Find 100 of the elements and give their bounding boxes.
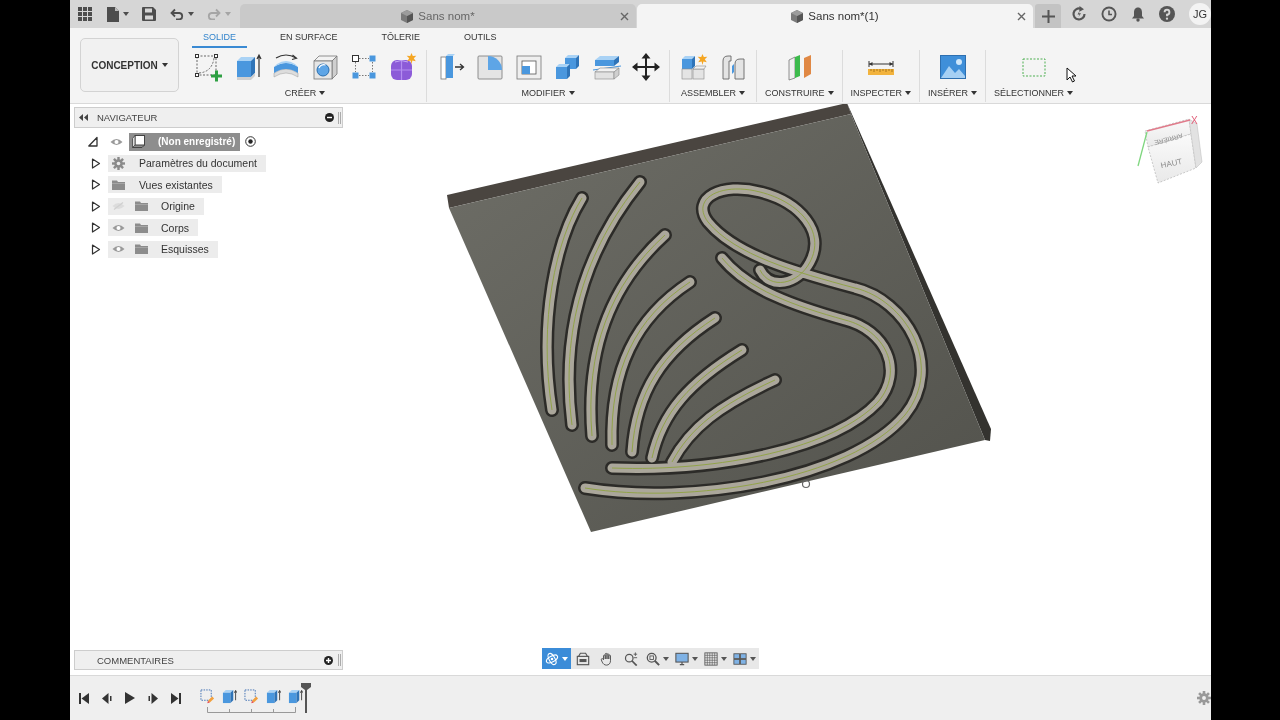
help-icon[interactable]: [1159, 6, 1175, 22]
nav-tool-button[interactable]: [542, 648, 571, 669]
folder-icon: [135, 222, 148, 233]
caret-icon[interactable]: [188, 12, 194, 16]
plus-circle-icon[interactable]: [324, 655, 333, 665]
ribbon-tab[interactable]: OUTILS: [453, 28, 508, 48]
magnifier-icon: [646, 651, 660, 666]
user-avatar[interactable]: JG: [1189, 3, 1211, 25]
tree-item[interactable]: Corps: [108, 219, 198, 237]
step-forward-icon[interactable]: [147, 692, 158, 704]
file-icon[interactable]: [107, 6, 119, 22]
move-arrows-icon[interactable]: [630, 52, 661, 82]
caret-icon[interactable]: [692, 656, 698, 661]
skip-end-icon[interactable]: [170, 692, 181, 704]
monitor-icon: [675, 651, 689, 666]
close-icon[interactable]: [620, 11, 629, 21]
document-tab[interactable]: Sans nom*(1): [637, 4, 1033, 28]
circular-arrow-icon[interactable]: [1071, 6, 1087, 22]
tree-item[interactable]: Vues existantes: [108, 176, 222, 194]
bracket-icon: [207, 707, 296, 713]
tool-group-menu[interactable]: INSÉRER: [924, 84, 982, 102]
caret-icon[interactable]: [827, 91, 834, 95]
box-arrow-icon[interactable]: [287, 689, 303, 704]
folder-icon: [135, 244, 148, 255]
ribbon-tab[interactable]: SOLIDE: [192, 28, 247, 48]
box-arrow-icon[interactable]: [221, 689, 237, 704]
hand-icon: [600, 651, 614, 666]
close-icon[interactable]: [1017, 11, 1026, 21]
caret-icon[interactable]: [721, 656, 727, 661]
eye-icon[interactable]: [110, 137, 123, 146]
mouse-pointer-icon: [1066, 67, 1077, 83]
tool-group-menu[interactable]: MODIFIER: [517, 84, 579, 102]
folder-icon: [112, 179, 125, 190]
skip-start-icon[interactable]: [78, 692, 89, 704]
caret-icon[interactable]: [971, 91, 978, 95]
caret-icon[interactable]: [319, 91, 326, 95]
framed-box-icon: [576, 651, 590, 666]
panel-title: COMMENTAIRES: [97, 654, 175, 666]
box-arrow-icon[interactable]: [265, 689, 281, 704]
caret-icon[interactable]: [663, 656, 669, 661]
tree-item[interactable]: Origine: [108, 197, 204, 215]
play-icon[interactable]: [124, 692, 135, 704]
tool-group-menu[interactable]: ASSEMBLER: [677, 84, 749, 102]
save-icon[interactable]: [142, 7, 156, 21]
bell-icon[interactable]: [1131, 6, 1145, 22]
tree-item[interactable]: Esquisses: [108, 240, 218, 258]
cubes-star-icon[interactable]: [678, 52, 709, 82]
orbit-icon: [545, 651, 559, 666]
timeline-marker-icon[interactable]: [301, 683, 311, 713]
collapsed-arrow-icon[interactable]: [91, 200, 101, 212]
axis-label: X: [1191, 115, 1198, 126]
tool-group-menu[interactable]: CRÉER: [280, 84, 330, 102]
caret-icon[interactable]: [123, 12, 129, 16]
cube-face-label: HAUT: [1159, 156, 1184, 171]
eye-icon[interactable]: [112, 223, 125, 232]
minus-circle-icon[interactable]: [325, 113, 334, 122]
document-tab[interactable]: Sans nom*: [240, 4, 636, 28]
collapsed-arrow-icon[interactable]: [91, 222, 101, 234]
clock-icon[interactable]: [1101, 6, 1117, 22]
image-icon[interactable]: [937, 52, 968, 82]
collapsed-arrow-icon[interactable]: [91, 157, 101, 169]
gear-icon: [112, 156, 125, 170]
radio-dot-icon[interactable]: [245, 136, 257, 148]
ribbon-tab[interactable]: EN SURFACE: [269, 28, 349, 48]
zoom-icon: [624, 651, 638, 666]
tool-group-menu[interactable]: CONSTRUIRE: [761, 84, 838, 102]
cube-icon: [401, 9, 414, 23]
panel-title: NAVIGATEUR: [97, 112, 159, 123]
undo-icon[interactable]: [170, 8, 184, 20]
caret-icon[interactable]: [161, 63, 168, 67]
caret-icon[interactable]: [1067, 91, 1074, 95]
caret-icon[interactable]: [739, 91, 745, 95]
caret-icon[interactable]: [905, 91, 912, 95]
collapsed-arrow-icon[interactable]: [91, 243, 101, 255]
workspace-dropdown[interactable]: CONCEPTION: [80, 38, 179, 92]
grip-handle-icon[interactable]: [338, 111, 341, 124]
app-grid-icon[interactable]: [78, 7, 92, 21]
new-tab-button[interactable]: [1035, 4, 1061, 28]
caret-icon[interactable]: [568, 91, 575, 95]
grip-handle-icon[interactable]: [338, 654, 341, 666]
double-arrow-icon[interactable]: [79, 114, 88, 121]
dashed-square-plus-icon[interactable]: [192, 52, 223, 82]
ribbon-tab[interactable]: TÔLERIE: [370, 28, 432, 48]
caret-icon[interactable]: [750, 656, 756, 661]
expanded-arrow-icon[interactable]: [88, 136, 98, 148]
tool-group-menu[interactable]: INSPECTER: [846, 84, 916, 102]
tool-group-menu[interactable]: SÉLECTIONNER: [990, 84, 1078, 102]
four-panes-icon: [733, 651, 747, 666]
component-box-icon: [132, 135, 145, 149]
cube-icon: [791, 9, 804, 23]
grid-icon: [704, 651, 718, 666]
y-axis-line: [1137, 131, 1148, 167]
folder-icon: [135, 201, 148, 212]
collapsed-arrow-icon[interactable]: [91, 179, 101, 191]
hollow-box-icon[interactable]: [513, 52, 544, 82]
tree-item[interactable]: Paramètres du document: [108, 154, 266, 172]
ring-cursor-icon: [801, 479, 811, 489]
eye-icon[interactable]: [112, 245, 125, 254]
x-axis-line: [1146, 119, 1191, 132]
step-back-icon[interactable]: [101, 692, 112, 704]
